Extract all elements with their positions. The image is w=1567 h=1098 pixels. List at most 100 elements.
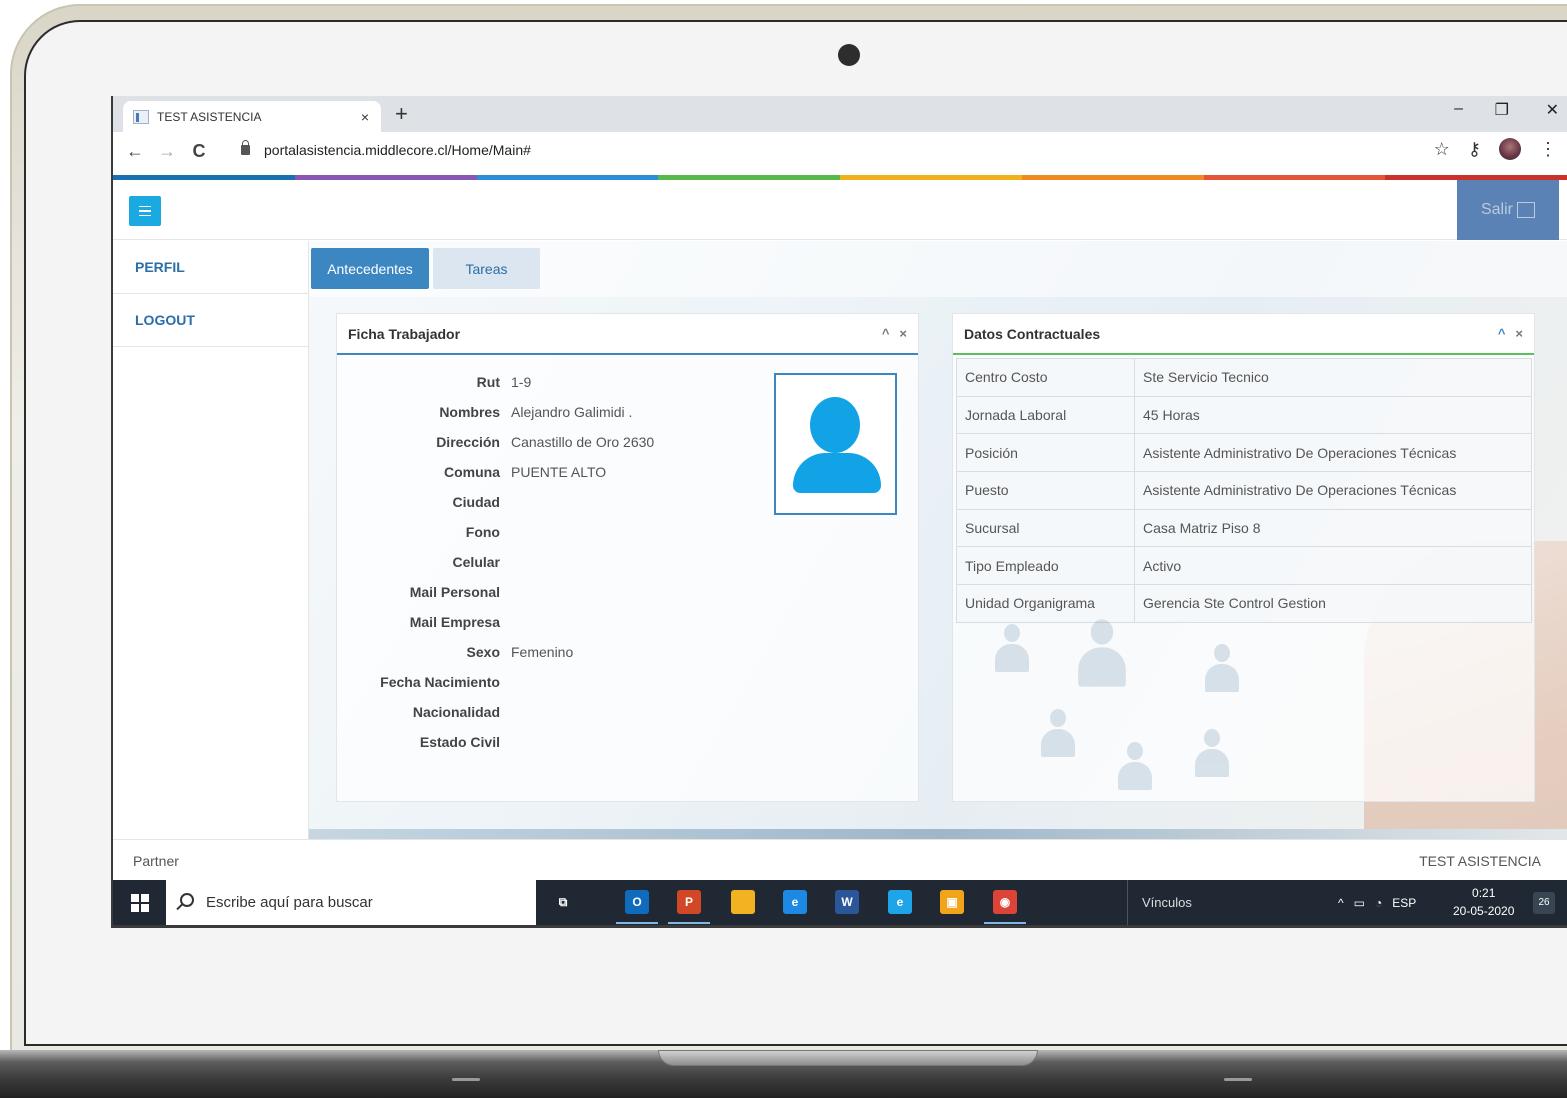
table-row: Sucursal Casa Matriz Piso 8 bbox=[956, 508, 1532, 548]
exit-icon bbox=[1517, 202, 1535, 218]
browser-menu-icon[interactable]: ⋮ bbox=[1539, 139, 1557, 160]
tab-antecedentes[interactable]: Antecedentes bbox=[311, 248, 429, 289]
table-row: Puesto Asistente Administrativo De Operac… bbox=[956, 471, 1532, 510]
notification-center-icon[interactable]: 26 bbox=[1533, 892, 1555, 914]
tab-tareas[interactable]: Tareas bbox=[433, 248, 540, 289]
webcam bbox=[838, 44, 860, 66]
worker-fields: Rut 1-9 Nombres Alejandro Galimidi . Direcci… bbox=[337, 374, 777, 764]
field-row: Comuna PUENTE ALTO bbox=[337, 464, 777, 494]
field-label: Nombres bbox=[439, 404, 500, 420]
table-row: Centro Costo Ste Servicio Tecnico bbox=[956, 358, 1532, 397]
table-key-cell: Jornada Laboral bbox=[956, 395, 1135, 435]
table-key-cell: Posición bbox=[956, 433, 1135, 473]
background-person-icon bbox=[1118, 742, 1152, 790]
outlook-icon[interactable]: O bbox=[625, 890, 649, 914]
background-person-icon bbox=[1195, 729, 1229, 777]
datos-contractuales-panel: Datos Contractuales ^ × Centro Costo Ste … bbox=[952, 313, 1535, 802]
profile-avatar[interactable] bbox=[1499, 138, 1521, 160]
url-text: portalasistencia.middlecore.cl/Home/Main… bbox=[264, 142, 531, 158]
address-bar[interactable]: portalasistencia.middlecore.cl/Home/Main… bbox=[241, 140, 531, 158]
close-icon[interactable]: × bbox=[899, 326, 907, 341]
field-value: Femenino bbox=[511, 644, 574, 660]
field-label: Rut bbox=[476, 374, 500, 390]
sidebar-item-logout[interactable]: LOGOUT bbox=[113, 294, 308, 347]
chrome-icon[interactable]: ◉ bbox=[993, 890, 1017, 914]
language-indicator[interactable]: ESP bbox=[1392, 896, 1416, 910]
app-footer: Partner TEST ASISTENCIA bbox=[113, 839, 1567, 880]
clock-date: 20-05-2020 bbox=[1453, 904, 1515, 918]
links-label: Vínculos bbox=[1142, 895, 1192, 910]
background-person-icon bbox=[1205, 644, 1239, 692]
browser-tab[interactable]: TEST ASISTENCIA × bbox=[123, 101, 381, 132]
taskbar-search-input[interactable]: Escribe aquí para buscar bbox=[166, 880, 536, 925]
running-app-indicator bbox=[668, 922, 710, 924]
table-key-cell: Unidad Organigrama bbox=[956, 584, 1135, 623]
windows-start-icon[interactable] bbox=[131, 894, 149, 912]
table-row: Tipo Empleado Activo bbox=[956, 546, 1532, 586]
battery-icon[interactable]: ▭ bbox=[1354, 896, 1365, 910]
running-app-indicator bbox=[984, 922, 1026, 924]
sidebar-item-perfil[interactable]: PERFIL bbox=[113, 241, 308, 294]
table-key-cell: Puesto bbox=[956, 471, 1135, 510]
restore-button[interactable]: ❐ bbox=[1495, 100, 1509, 120]
background-person-icon bbox=[995, 624, 1029, 672]
links-toolbar[interactable]: Vínculos bbox=[1127, 880, 1192, 925]
table-key-cell: Centro Costo bbox=[956, 358, 1135, 397]
laptop-foot bbox=[452, 1078, 480, 1081]
footer-partner: Partner bbox=[133, 853, 179, 869]
close-icon[interactable]: × bbox=[1515, 326, 1523, 341]
field-label: Comuna bbox=[444, 464, 500, 480]
taskbar-clock[interactable]: 0:21 20-05-2020 bbox=[1453, 884, 1514, 920]
background-person-icon bbox=[1041, 709, 1075, 757]
panel-header: Datos Contractuales ^ × bbox=[953, 314, 1534, 355]
field-row: Rut 1-9 bbox=[337, 374, 777, 404]
field-row: Dirección Canastillo de Oro 2630 bbox=[337, 434, 777, 464]
password-key-icon[interactable]: ⚷ bbox=[1468, 139, 1481, 160]
laptop-hinge-notch bbox=[658, 1050, 1038, 1066]
window-close-button[interactable]: ✕ bbox=[1546, 100, 1559, 120]
windows-taskbar: Escribe aquí para buscar ⧉ O Pe We ▣ ◉ Víncul… bbox=[113, 880, 1567, 925]
file-explorer-icon[interactable] bbox=[731, 890, 755, 914]
lock-icon bbox=[241, 140, 250, 155]
field-label: Fono bbox=[465, 524, 500, 540]
powerpoint-icon[interactable]: P bbox=[677, 890, 701, 914]
field-label: Estado Civil bbox=[419, 734, 500, 750]
store-icon[interactable]: ▣ bbox=[940, 890, 964, 914]
edge-icon[interactable]: e bbox=[783, 890, 807, 914]
tray-chevron-icon[interactable]: ^ bbox=[1338, 896, 1344, 910]
main-content: Antecedentes Tareas Ficha Trabajador ^ ×… bbox=[309, 241, 1567, 839]
back-button[interactable]: ← bbox=[125, 141, 145, 162]
field-row: Sexo Femenino bbox=[337, 644, 777, 674]
forward-button[interactable]: → bbox=[157, 141, 177, 162]
minimize-button[interactable]: – bbox=[1454, 100, 1463, 118]
table-row: Unidad Organigrama Gerencia Ste Control G… bbox=[956, 584, 1532, 623]
bookmark-star-icon[interactable]: ☆ bbox=[1434, 139, 1450, 160]
field-label: Mail Personal bbox=[409, 584, 500, 600]
field-row: Nacionalidad bbox=[337, 704, 777, 734]
internet-explorer-icon[interactable]: e bbox=[888, 890, 912, 914]
panel-title: Ficha Trabajador bbox=[348, 325, 461, 342]
background-stripe bbox=[309, 829, 1567, 839]
word-icon[interactable]: W bbox=[835, 890, 859, 914]
table-value-cell: Asistente Administrativo De Operaciones … bbox=[1134, 433, 1532, 473]
browser-tab-title: TEST ASISTENCIA bbox=[157, 109, 262, 124]
hamburger-menu-button[interactable] bbox=[129, 196, 161, 226]
app-header bbox=[113, 180, 1567, 240]
field-value: 1-9 bbox=[511, 374, 532, 390]
table-value-cell: Ste Servicio Tecnico bbox=[1134, 358, 1532, 397]
field-row: Estado Civil bbox=[337, 734, 777, 764]
exit-button[interactable]: Salir bbox=[1457, 180, 1559, 240]
tab-close-icon[interactable]: × bbox=[359, 109, 371, 125]
table-key-cell: Tipo Empleado bbox=[956, 546, 1135, 586]
reload-button[interactable]: C bbox=[189, 141, 209, 162]
task-view-icon[interactable]: ⧉ bbox=[551, 890, 575, 914]
collapse-icon[interactable]: ^ bbox=[1498, 326, 1506, 341]
collapse-icon[interactable]: ^ bbox=[882, 326, 890, 341]
user-avatar-body bbox=[793, 453, 881, 493]
wifi-icon[interactable]: ◔ bbox=[1375, 896, 1382, 910]
content-tabbar: Antecedentes Tareas bbox=[309, 241, 1567, 297]
field-row: Fono bbox=[337, 524, 777, 554]
new-tab-button[interactable]: + bbox=[395, 102, 408, 126]
background-person-icon bbox=[1078, 619, 1126, 687]
table-row: Posición Asistente Administrativo De Oper… bbox=[956, 433, 1532, 473]
